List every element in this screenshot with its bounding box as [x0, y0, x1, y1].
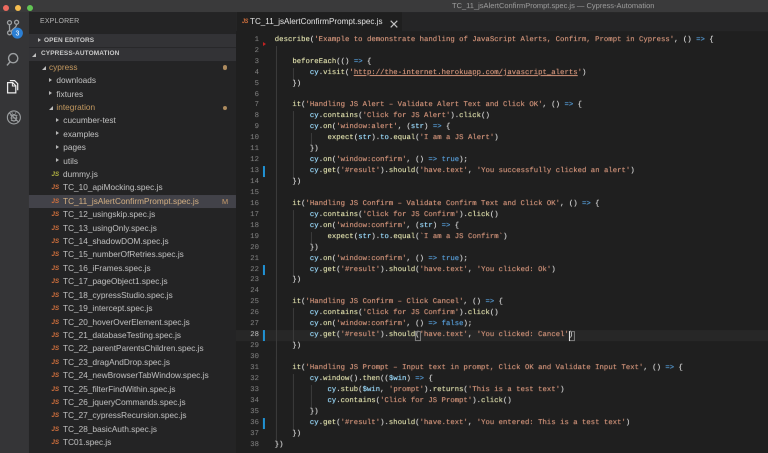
svg-text:3: 3 — [15, 31, 19, 38]
